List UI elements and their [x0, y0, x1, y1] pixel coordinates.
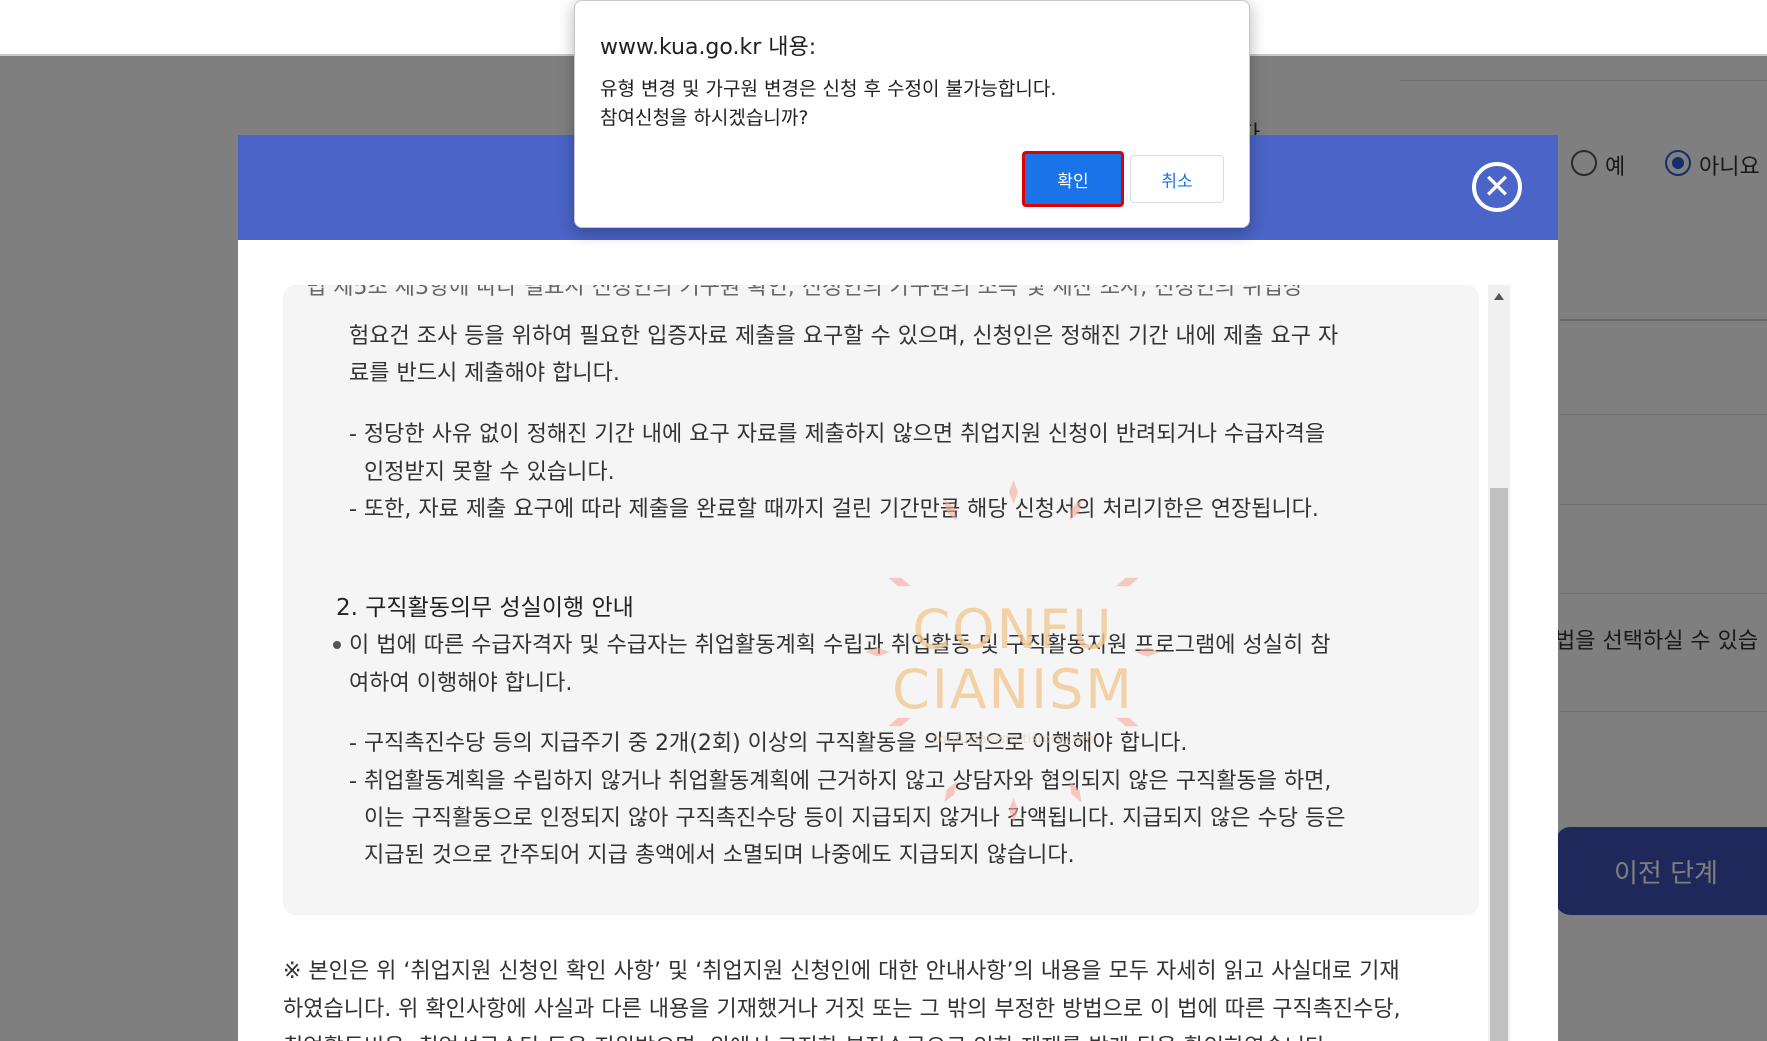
terms-text: - 구직촉진수당 등의 지급주기 중 2개(2회) 이상의 구직활동을 의무적으…: [349, 731, 1188, 756]
terms-text: 이 법에 따른 수급자격자 및 수급자는 취업활동계획 수립과 취업활동 및 구…: [349, 633, 1331, 658]
notice-text: 취업활동비용, 취업성공수당 등을 지원받으면, 위에서 고지한 부정수급으로 …: [283, 1029, 1543, 1041]
confirm-ok-button[interactable]: 확인: [1022, 151, 1124, 207]
confirm-cancel-button[interactable]: 취소: [1130, 155, 1224, 203]
terms-text: 인정받지 못할 수 있습니다.: [364, 460, 615, 485]
dialog-message: 참여신청을 하시겠습니까?: [600, 107, 809, 129]
dialog-message: 유형 변경 및 가구원 변경은 신청 후 수정이 불가능합니다.: [600, 78, 1057, 100]
close-icon[interactable]: ✕: [1472, 162, 1522, 212]
terms-modal: ✕ 법 제5조 제3항에 따라 필요시 신청인의 기구원 확인, 신청인의 가구…: [238, 135, 1558, 1041]
bullet-dot: [333, 641, 341, 649]
terms-text: - 정당한 사유 없이 정해진 기간 내에 요구 자료를 제출하지 않으면 취업…: [349, 422, 1326, 447]
terms-text: 험요건 조사 등을 위하여 필요한 입증자료 제출을 요구할 수 있으며, 신청…: [349, 324, 1339, 349]
terms-text: 법 제5조 제3항에 따라 필요시 신청인의 기구원 확인, 신청인의 가구원의…: [306, 285, 1303, 300]
section-title: 2. 구직활동의무 성실이행 안내: [336, 595, 634, 621]
terms-text: 지급된 것으로 간주되어 지급 총액에서 소멸되며 나중에도 지급되지 않습니다…: [364, 843, 1075, 868]
confirm-dialog: www.kua.go.kr 내용: 유형 변경 및 가구원 변경은 신청 후 수…: [574, 0, 1250, 228]
confirmation-notice: ※ 본인은 위 ‘취업지원 신청인 확인 사항’ 및 ‘취업지원 신청인에 대한…: [283, 953, 1543, 1041]
dialog-title: www.kua.go.kr 내용:: [600, 35, 817, 60]
notice-text: ※ 본인은 위 ‘취업지원 신청인 확인 사항’ 및 ‘취업지원 신청인에 대한…: [283, 959, 1400, 984]
terms-text: 여하여 이행해야 합니다.: [349, 671, 573, 696]
scroll-up-arrow-icon[interactable]: [1494, 293, 1504, 300]
terms-text: 이는 구직활동으로 인정되지 않아 구직촉진수당 등이 지급되지 않거나 감액됩…: [364, 806, 1346, 831]
terms-scrollbar[interactable]: [1488, 285, 1510, 1041]
terms-content: 법 제5조 제3항에 따라 필요시 신청인의 기구원 확인, 신청인의 가구원의…: [283, 285, 1479, 915]
notice-text: 하였습니다. 위 확인사항에 사실과 다른 내용을 기재했거나 거짓 또는 그 …: [283, 997, 1401, 1022]
terms-text: - 취업활동계획을 수립하지 않거나 취업활동계획에 근거하지 않고 상담자와 …: [349, 769, 1332, 794]
terms-text: 료를 반드시 제출해야 합니다.: [349, 361, 620, 386]
terms-text: - 또한, 자료 제출 요구에 따라 제출을 완료할 때까지 걸린 기간만큼 해…: [349, 497, 1319, 522]
